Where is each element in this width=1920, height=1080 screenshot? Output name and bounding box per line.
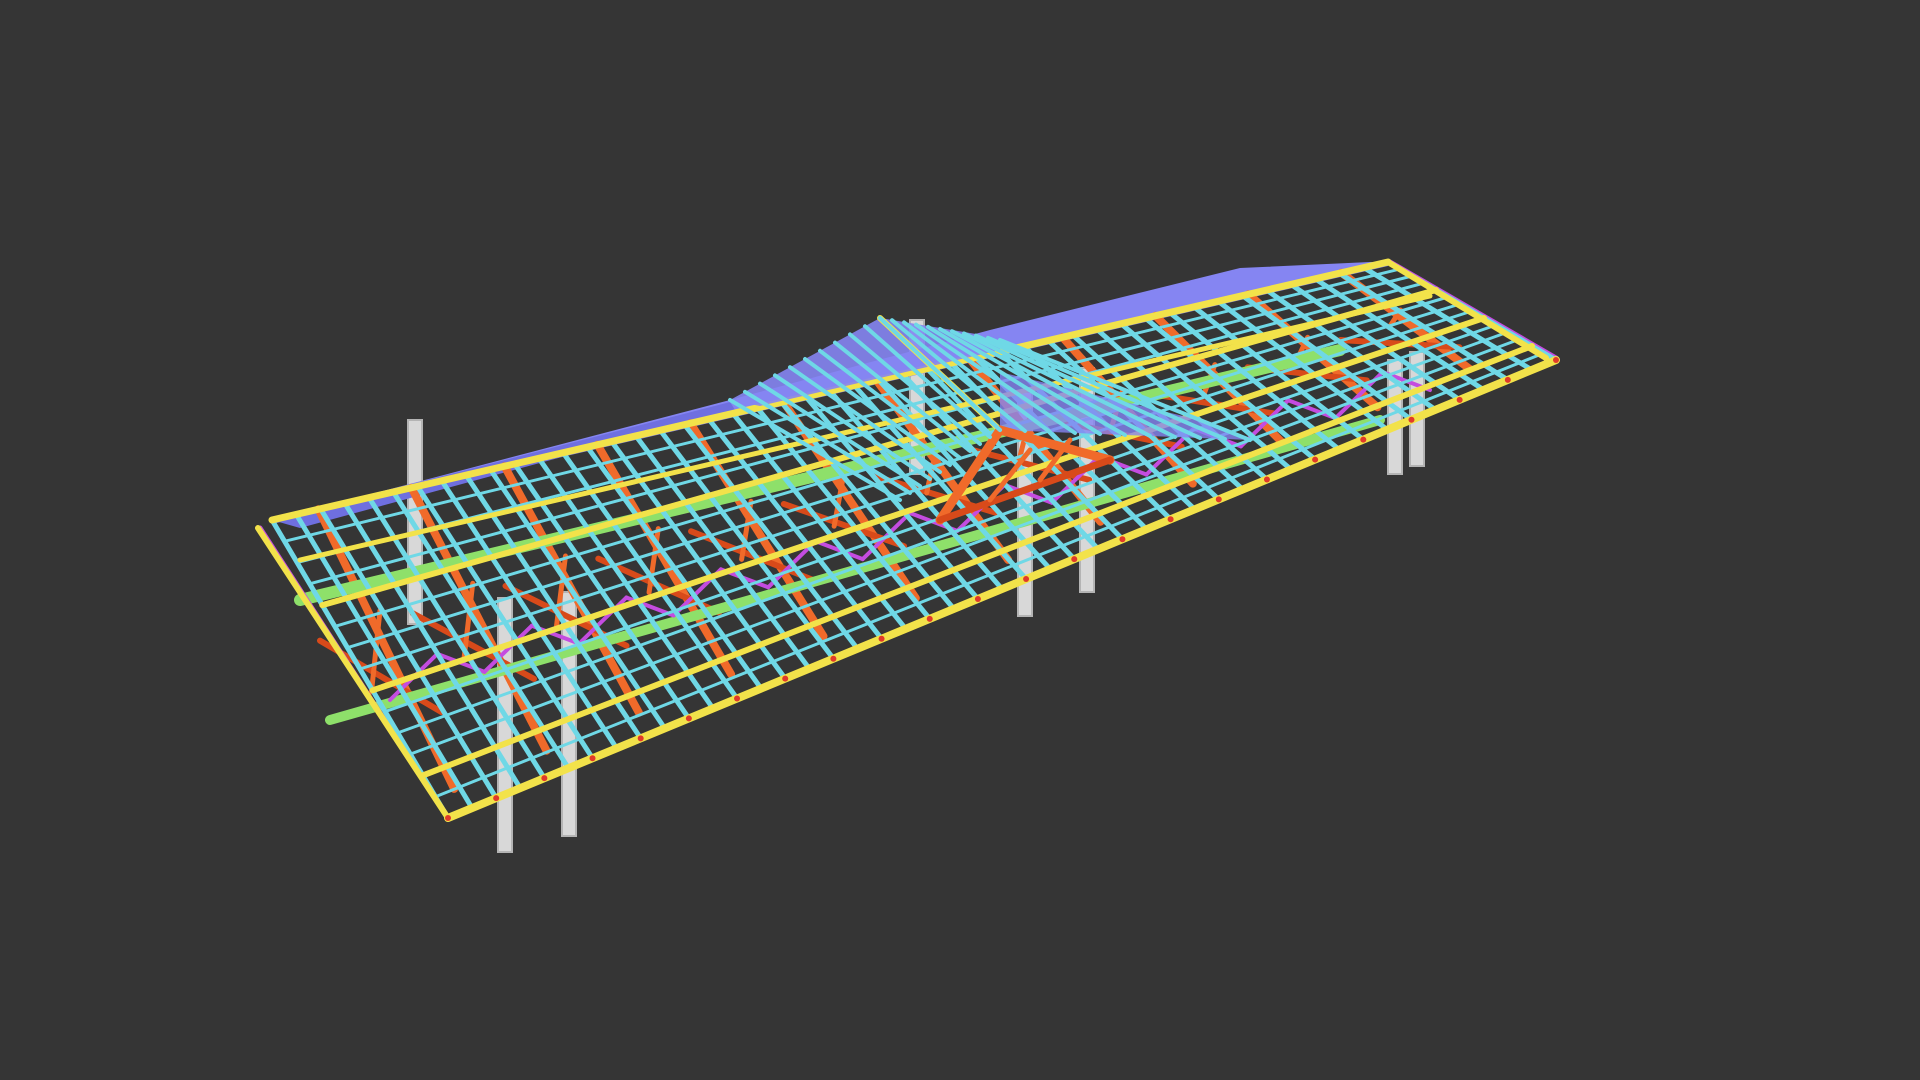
connection-joint bbox=[1023, 576, 1030, 583]
connection-joint bbox=[637, 735, 644, 742]
connection-joint bbox=[589, 755, 596, 762]
3d-model-viewport[interactable] bbox=[0, 0, 1920, 1080]
connection-joint bbox=[445, 815, 451, 821]
roof-structure-render bbox=[255, 258, 1560, 853]
connection-joint bbox=[685, 715, 692, 722]
connection-joint bbox=[734, 695, 741, 702]
connection-joint bbox=[926, 615, 933, 622]
connection-joint bbox=[1167, 516, 1174, 523]
connection-joint bbox=[1408, 416, 1415, 423]
connection-joint bbox=[878, 635, 885, 642]
connection-joint bbox=[1119, 536, 1126, 543]
connection-joint bbox=[974, 595, 981, 602]
connection-joint bbox=[1360, 436, 1367, 443]
connection-joint bbox=[493, 795, 500, 802]
connection-joint bbox=[541, 775, 548, 782]
connection-joint bbox=[1263, 476, 1270, 483]
connection-joint bbox=[1215, 496, 1222, 503]
connection-joint bbox=[782, 675, 789, 682]
connection-joint bbox=[830, 655, 837, 662]
connection-joint bbox=[1071, 556, 1078, 563]
connection-joint bbox=[1504, 376, 1511, 383]
connection-joint bbox=[1553, 357, 1559, 363]
connection-joint bbox=[1456, 396, 1463, 403]
connection-joint bbox=[1312, 456, 1319, 463]
